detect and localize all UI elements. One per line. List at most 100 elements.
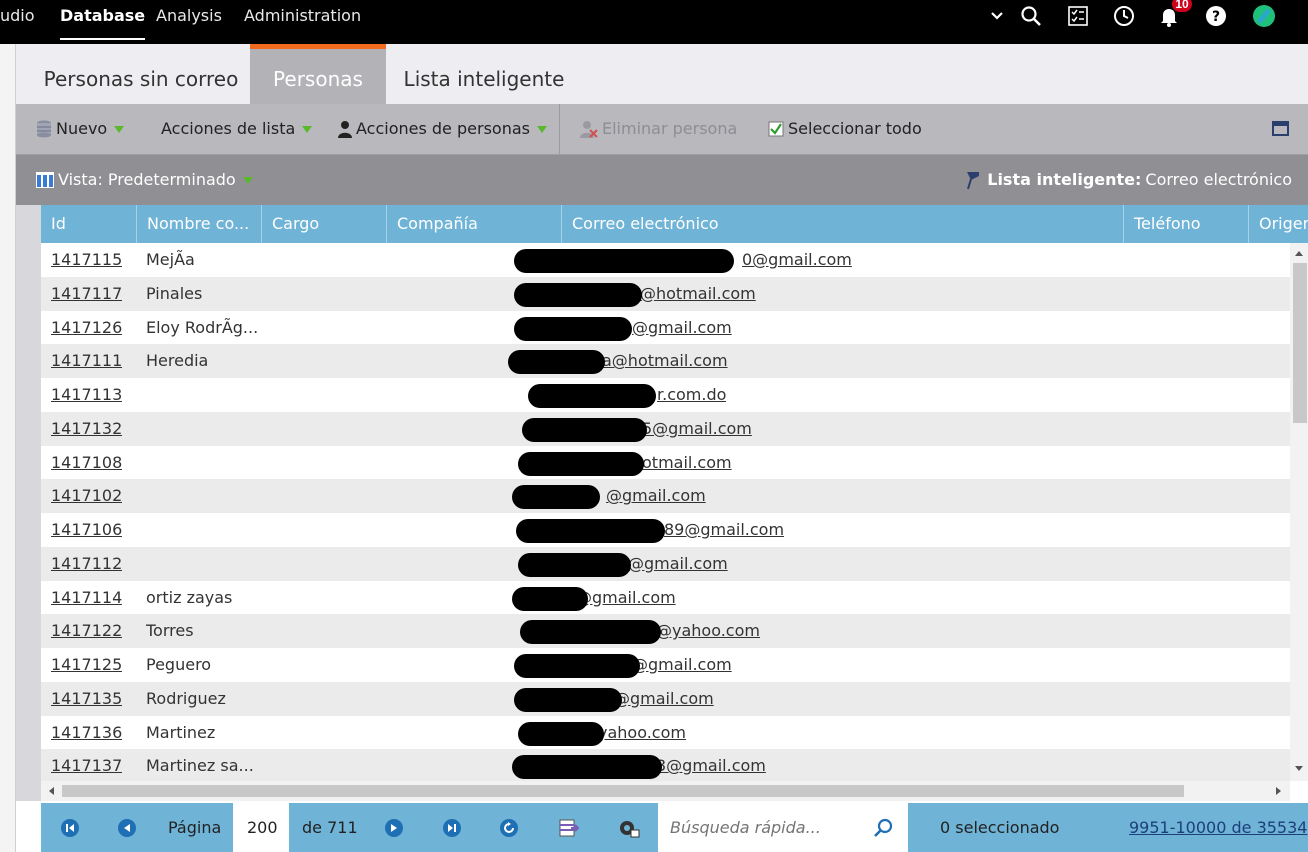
email-link[interactable]: @gmail.com xyxy=(632,311,732,345)
person-id-link[interactable]: 1417102 xyxy=(51,479,122,513)
person-id-link[interactable]: 1417114 xyxy=(51,581,122,615)
person-id-link[interactable]: 1417117 xyxy=(51,277,122,311)
email-link[interactable]: r.com.do xyxy=(657,378,726,412)
nuevo-button[interactable]: Nuevo xyxy=(36,104,125,154)
table-row[interactable]: 1417137 Martinez sa... 3@gmail.com xyxy=(41,749,1290,781)
delete-person-icon xyxy=(580,121,598,138)
acciones-de-personas-button[interactable]: Acciones de personas xyxy=(338,104,547,154)
person-id-link[interactable]: 1417111 xyxy=(51,344,122,378)
scroll-right-icon[interactable] xyxy=(1275,786,1283,796)
email-link[interactable]: @gmail.com xyxy=(632,648,732,682)
table-row[interactable]: 1417117 Pinales @hotmail.com xyxy=(41,276,1290,311)
person-id-link[interactable]: 1417113 xyxy=(51,378,122,412)
email-link[interactable]: @gmail.com xyxy=(576,581,676,615)
column-header-id[interactable]: Id xyxy=(41,205,137,243)
redaction-mark xyxy=(518,721,604,746)
smart-list-filter[interactable]: Lista inteligente: Correo electrónico xyxy=(965,155,1292,205)
view-selector[interactable]: Vista: Predeterminado xyxy=(36,155,253,205)
person-id-link[interactable]: 1417108 xyxy=(51,446,122,480)
nav-database[interactable]: Database xyxy=(60,0,146,40)
column-header-correo[interactable]: Correo electrónico xyxy=(562,205,1124,243)
table-row[interactable]: 1417112 @gmail.com xyxy=(41,546,1290,581)
eliminar-persona-label: Eliminar persona xyxy=(602,119,738,138)
email-link[interactable]: 3@gmail.com xyxy=(656,749,766,781)
person-id-link[interactable]: 1417135 xyxy=(51,682,122,716)
table-row[interactable]: 1417113 r.com.do xyxy=(41,378,1290,412)
column-header-telefono[interactable]: Teléfono xyxy=(1124,205,1249,243)
record-range-link[interactable]: 9951-10000 de 35534 xyxy=(1129,803,1307,852)
chevron-down-icon[interactable] xyxy=(985,4,1009,28)
scroll-left-icon[interactable] xyxy=(47,786,55,796)
checklist-icon[interactable] xyxy=(1066,4,1090,28)
email-link[interactable]: otmail.com xyxy=(642,446,732,480)
last-page-icon[interactable] xyxy=(443,819,461,837)
clock-icon[interactable] xyxy=(1112,4,1136,28)
email-link[interactable]: @yahoo.com xyxy=(656,614,760,648)
seleccionar-todo-label: Seleccionar todo xyxy=(788,119,922,138)
person-id-link[interactable]: 1417115 xyxy=(51,243,122,277)
next-page-icon[interactable] xyxy=(385,819,403,837)
email-link[interactable]: @gmail.com xyxy=(614,682,714,716)
page-number-input[interactable] xyxy=(233,803,289,852)
seleccionar-todo-button[interactable]: Seleccionar todo xyxy=(768,104,922,154)
search-icon[interactable] xyxy=(1019,4,1043,28)
table-row[interactable]: 1417126 Eloy RodrÃg... @gmail.com xyxy=(41,310,1290,345)
nav-administration[interactable]: Administration xyxy=(244,0,361,44)
table-row[interactable]: 1417132 5@gmail.com xyxy=(41,411,1290,446)
email-link[interactable]: 89@gmail.com xyxy=(664,513,784,547)
table-row[interactable]: 1417111 Heredia a@hotmail.com xyxy=(41,344,1290,379)
person-id-link[interactable]: 1417126 xyxy=(51,311,122,345)
scroll-down-icon[interactable] xyxy=(1294,765,1304,773)
quick-search-input[interactable] xyxy=(658,803,868,852)
eliminar-persona-button[interactable]: Eliminar persona xyxy=(580,104,737,154)
help-icon[interactable]: ? xyxy=(1204,4,1228,28)
person-name: MejÃa xyxy=(146,250,195,269)
vertical-scroll-thumb[interactable] xyxy=(1293,263,1307,423)
table-row[interactable]: 1417122 Torres @yahoo.com xyxy=(41,614,1290,649)
table-row[interactable]: 1417115 MejÃa 0@gmail.com xyxy=(41,243,1290,277)
table-row[interactable]: 1417108 otmail.com xyxy=(41,445,1290,480)
person-id-link[interactable]: 1417136 xyxy=(51,716,122,750)
tab-personas[interactable]: Personas xyxy=(250,44,386,104)
table-row[interactable]: 1417114 ortiz zayas @gmail.com xyxy=(41,580,1290,615)
email-link[interactable]: yahoo.com xyxy=(598,716,686,750)
redaction-mark xyxy=(522,417,647,442)
first-page-icon[interactable] xyxy=(61,819,79,837)
column-header-compania[interactable]: Compañía xyxy=(387,205,562,243)
tab-personas-sin-correo[interactable]: Personas sin correo xyxy=(32,44,250,104)
person-id-link[interactable]: 1417137 xyxy=(51,749,122,781)
email-link[interactable]: a@hotmail.com xyxy=(602,344,728,378)
redaction-mark xyxy=(512,485,600,510)
maximize-icon[interactable] xyxy=(1272,121,1289,136)
table-row[interactable]: 1417106 89@gmail.com xyxy=(41,513,1290,547)
acciones-de-lista-button[interactable]: Acciones de lista xyxy=(161,104,313,154)
search-icon[interactable] xyxy=(873,817,895,839)
column-header-nombre[interactable]: Nombre co... xyxy=(137,205,262,243)
scroll-up-icon[interactable] xyxy=(1294,249,1304,257)
person-id-link[interactable]: 1417132 xyxy=(51,412,122,446)
refresh-icon[interactable] xyxy=(500,819,518,837)
nav-studio[interactable]: udio xyxy=(0,0,35,44)
person-id-link[interactable]: 1417125 xyxy=(51,648,122,682)
table-row[interactable]: 1417136 Martinez yahoo.com xyxy=(41,715,1290,750)
email-link[interactable]: 5@gmail.com xyxy=(642,412,752,446)
nav-analysis[interactable]: Analysis xyxy=(156,0,222,44)
settings-icon[interactable] xyxy=(618,818,640,843)
person-id-link[interactable]: 1417106 xyxy=(51,513,122,547)
email-link[interactable]: @hotmail.com xyxy=(640,277,756,311)
avatar-icon[interactable] xyxy=(1252,4,1276,28)
email-link[interactable]: @gmail.com xyxy=(628,547,728,581)
previous-page-icon[interactable] xyxy=(118,819,136,837)
column-header-cargo[interactable]: Cargo xyxy=(262,205,387,243)
email-link[interactable]: @gmail.com xyxy=(606,479,706,513)
email-link[interactable]: 0@gmail.com xyxy=(742,243,852,277)
person-id-link[interactable]: 1417112 xyxy=(51,547,122,581)
column-header-origen[interactable]: Origen xyxy=(1249,205,1308,243)
export-grid-icon[interactable] xyxy=(559,819,581,842)
horizontal-scroll-thumb[interactable] xyxy=(62,785,1184,797)
table-row[interactable]: 1417125 Peguero @gmail.com xyxy=(41,648,1290,682)
table-row[interactable]: 1417102 @gmail.com xyxy=(41,479,1290,514)
table-row[interactable]: 1417135 Rodriguez @gmail.com xyxy=(41,681,1290,716)
person-id-link[interactable]: 1417122 xyxy=(51,614,122,648)
tab-lista-inteligente[interactable]: Lista inteligente xyxy=(396,44,572,104)
